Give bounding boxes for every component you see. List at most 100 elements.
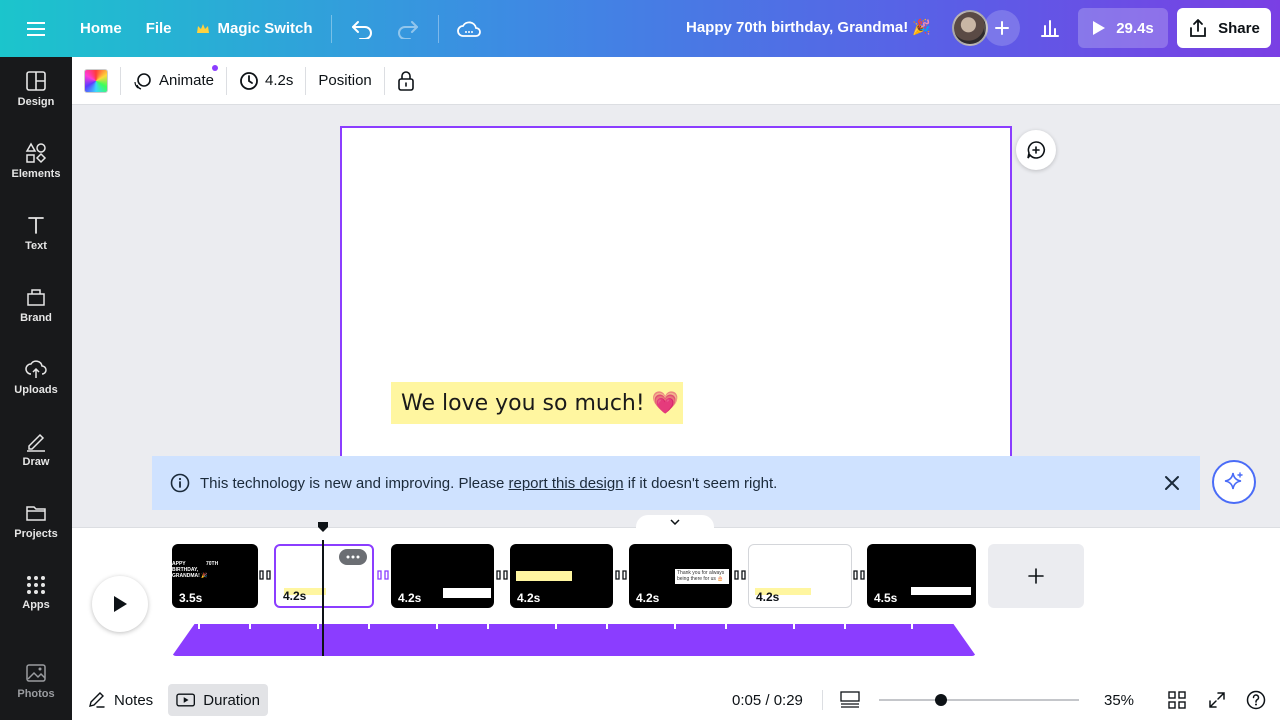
grid-view-button[interactable] bbox=[1160, 684, 1194, 716]
sidebar-item-projects[interactable]: Projects bbox=[0, 489, 72, 553]
page-thumbnail-5[interactable]: Thank you for always being there for us … bbox=[629, 544, 732, 608]
timing-button[interactable]: 4.2s bbox=[233, 64, 299, 98]
page-thumbnail-7[interactable]: 4.5s bbox=[867, 544, 976, 608]
share-button[interactable]: Share bbox=[1177, 8, 1271, 48]
thumbnail-preview-text bbox=[911, 587, 971, 595]
audio-beat-marker bbox=[249, 624, 251, 629]
page-thumbnail-1[interactable]: APPY BIRTHDAY, GRANDMA! 🎉 70TH 3.5s bbox=[172, 544, 258, 608]
transition-icon bbox=[853, 570, 865, 580]
fullscreen-button[interactable] bbox=[1200, 684, 1234, 716]
cloud-save-status-button[interactable] bbox=[449, 9, 489, 49]
sidebar-label: Text bbox=[25, 240, 47, 252]
add-comment-button[interactable] bbox=[1016, 130, 1056, 170]
magic-switch-button[interactable]: Magic Switch bbox=[188, 11, 321, 47]
duration-button[interactable]: Duration bbox=[168, 684, 268, 716]
bar-chart-icon bbox=[1041, 20, 1059, 37]
animate-icon bbox=[134, 72, 151, 90]
report-design-link[interactable]: report this design bbox=[509, 475, 624, 492]
present-play-button[interactable]: 29.4s bbox=[1078, 8, 1168, 48]
page-duration-label: 4.5s bbox=[874, 591, 898, 605]
top-bar: Home File Magic Switch Happy 70th birthd… bbox=[0, 0, 1280, 57]
zoom-slider-handle[interactable] bbox=[935, 694, 947, 706]
page-thumbnail-6[interactable]: 4.2s bbox=[748, 544, 852, 608]
audio-beat-marker bbox=[317, 624, 319, 629]
document-title[interactable]: Happy 70th birthday, Grandma! 🎉 bbox=[686, 18, 931, 36]
help-button[interactable] bbox=[1238, 684, 1274, 716]
thumbnail-preview-text: APPY BIRTHDAY, GRANDMA! 🎉 bbox=[172, 561, 208, 579]
sidebar-item-text[interactable]: Text bbox=[0, 201, 72, 265]
magic-assistant-button[interactable] bbox=[1212, 460, 1256, 504]
transition-handle[interactable] bbox=[258, 568, 272, 582]
sidebar-item-photos[interactable]: Photos bbox=[0, 649, 72, 713]
playhead-handle-icon[interactable] bbox=[317, 521, 329, 533]
share-icon bbox=[1190, 19, 1207, 37]
audio-beat-marker bbox=[198, 624, 200, 629]
add-collaborator-button[interactable] bbox=[984, 10, 1020, 46]
sidebar-item-brand[interactable]: Brand bbox=[0, 273, 72, 337]
thumbnail-preview-text bbox=[516, 571, 572, 581]
page-view-toggle[interactable] bbox=[832, 684, 868, 716]
notes-button[interactable]: Notes bbox=[80, 684, 161, 716]
collapse-timeline-button[interactable] bbox=[636, 515, 714, 529]
zoom-percentage[interactable]: 35% bbox=[1096, 684, 1142, 716]
new-badge bbox=[212, 64, 219, 71]
filmstrip-icon bbox=[840, 691, 860, 708]
expand-icon bbox=[1209, 692, 1225, 708]
sidebar-item-design[interactable]: Design bbox=[0, 57, 72, 121]
file-menu-button[interactable]: File bbox=[138, 11, 180, 47]
audio-track[interactable] bbox=[172, 624, 976, 656]
audio-beat-marker bbox=[725, 624, 727, 629]
undo-button[interactable] bbox=[342, 9, 382, 49]
redo-button[interactable] bbox=[388, 9, 428, 49]
grid-view-icon bbox=[1168, 691, 1186, 709]
text-color-button[interactable] bbox=[78, 64, 114, 98]
position-button[interactable]: Position bbox=[312, 64, 377, 98]
add-page-button[interactable] bbox=[988, 544, 1084, 608]
transition-icon bbox=[259, 570, 271, 580]
insights-button[interactable] bbox=[1030, 8, 1070, 48]
sidebar-item-elements[interactable]: Elements bbox=[0, 129, 72, 193]
chevron-down-icon bbox=[670, 519, 680, 525]
lock-button[interactable] bbox=[391, 64, 421, 98]
user-avatar[interactable] bbox=[952, 10, 988, 46]
grid-icon bbox=[27, 576, 45, 594]
sidebar-item-apps[interactable]: Apps bbox=[0, 561, 72, 625]
notes-icon bbox=[89, 692, 105, 708]
close-notice-button[interactable] bbox=[1162, 473, 1182, 497]
magic-switch-label: Magic Switch bbox=[217, 20, 313, 37]
crown-icon bbox=[196, 23, 209, 33]
sidebar-item-draw[interactable]: Draw bbox=[0, 417, 72, 481]
info-notice-banner: This technology is new and improving. Pl… bbox=[152, 456, 1200, 510]
hamburger-menu-button[interactable] bbox=[0, 0, 72, 57]
zoom-slider-track[interactable] bbox=[879, 699, 1079, 701]
page-options-button[interactable] bbox=[339, 549, 367, 565]
audio-beat-marker bbox=[606, 624, 608, 629]
transition-handle[interactable] bbox=[376, 568, 390, 582]
transition-handle[interactable] bbox=[614, 568, 628, 582]
audio-beat-marker bbox=[555, 624, 557, 629]
timeline-play-button[interactable] bbox=[92, 576, 148, 632]
notes-label: Notes bbox=[114, 691, 154, 709]
thumbnail-preview-text: Thank you for always being there for us … bbox=[675, 569, 729, 584]
thumbnail-preview-text bbox=[443, 588, 491, 598]
animate-button[interactable]: Animate bbox=[127, 64, 220, 98]
canvas-text-element[interactable]: We love you so much! 💗 bbox=[391, 382, 683, 424]
home-button[interactable]: Home bbox=[72, 11, 130, 47]
share-label: Share bbox=[1218, 19, 1260, 37]
transition-handle[interactable] bbox=[495, 568, 509, 582]
audio-beat-marker bbox=[487, 624, 489, 629]
shapes-icon bbox=[25, 142, 47, 164]
divider bbox=[383, 66, 385, 95]
sidebar-item-uploads[interactable]: Uploads bbox=[0, 345, 72, 409]
audio-beat-marker bbox=[911, 624, 913, 629]
page-duration-label: 4.2s bbox=[398, 591, 422, 605]
transition-handle[interactable] bbox=[852, 568, 866, 582]
transition-icon bbox=[496, 570, 508, 580]
menu-icon bbox=[27, 21, 45, 36]
color-swatch bbox=[84, 68, 108, 93]
page-thumbnail-4[interactable]: 4.2s bbox=[510, 544, 613, 608]
playhead-line[interactable] bbox=[322, 540, 324, 656]
transition-handle[interactable] bbox=[733, 568, 747, 582]
page-thumbnail-3[interactable]: 4.2s bbox=[391, 544, 494, 608]
more-horizontal-icon bbox=[346, 555, 360, 559]
